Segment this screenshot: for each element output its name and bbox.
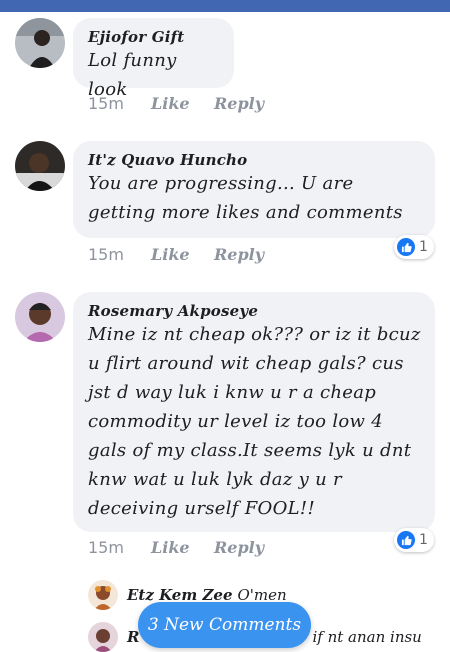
comment-text: Mine iz nt cheap ok??? or iz it bcuz u f… bbox=[88, 324, 421, 519]
reply-button[interactable]: Reply bbox=[214, 94, 264, 113]
reaction-count[interactable]: 1 bbox=[394, 235, 434, 259]
comment-bubble: Rosemary Akposeye Mine iz nt cheap ok???… bbox=[73, 292, 435, 532]
reply-button[interactable]: Reply bbox=[214, 538, 264, 557]
comment-author[interactable]: Rosemary Akposeye bbox=[88, 302, 421, 320]
comment-text: You are progressing... U are getting mor… bbox=[88, 173, 403, 223]
top-nav-bar bbox=[0, 0, 450, 12]
reaction-number: 1 bbox=[419, 239, 428, 255]
comment-time: 15m bbox=[88, 245, 124, 264]
like-button[interactable]: Like bbox=[151, 245, 214, 264]
reaction-count[interactable]: 1 bbox=[394, 528, 434, 552]
comment-actions: 15m Like Reply bbox=[88, 538, 264, 557]
reply-avatar bbox=[88, 622, 118, 652]
new-comments-button[interactable]: 3 New Comments bbox=[138, 602, 311, 648]
comment-bubble: Ejiofor Gift Lol funny look bbox=[73, 18, 234, 100]
comment-time: 15m bbox=[88, 94, 124, 113]
thumbs-up-icon bbox=[397, 531, 415, 549]
comment-time: 15m bbox=[88, 538, 124, 557]
comment-author[interactable]: It'z Quavo Huncho bbox=[88, 151, 421, 169]
comment-author[interactable]: Ejiofor Gift bbox=[88, 28, 220, 46]
avatar[interactable] bbox=[15, 292, 65, 342]
like-button[interactable]: Like bbox=[151, 538, 214, 557]
reaction-number: 1 bbox=[419, 532, 428, 548]
comment-actions: 15m Like Reply bbox=[88, 94, 264, 113]
reply-text: if nt anan insu bbox=[312, 628, 422, 646]
like-button[interactable]: Like bbox=[151, 94, 214, 113]
avatar[interactable] bbox=[15, 141, 65, 191]
reply-avatar bbox=[88, 580, 118, 610]
comment-bubble: It'z Quavo Huncho You are progressing...… bbox=[73, 141, 435, 238]
comment-actions: 15m Like Reply bbox=[88, 245, 264, 264]
reply-button[interactable]: Reply bbox=[214, 245, 264, 264]
avatar[interactable] bbox=[15, 18, 65, 68]
thumbs-up-icon bbox=[397, 238, 415, 256]
reply-author[interactable]: R bbox=[127, 628, 139, 646]
